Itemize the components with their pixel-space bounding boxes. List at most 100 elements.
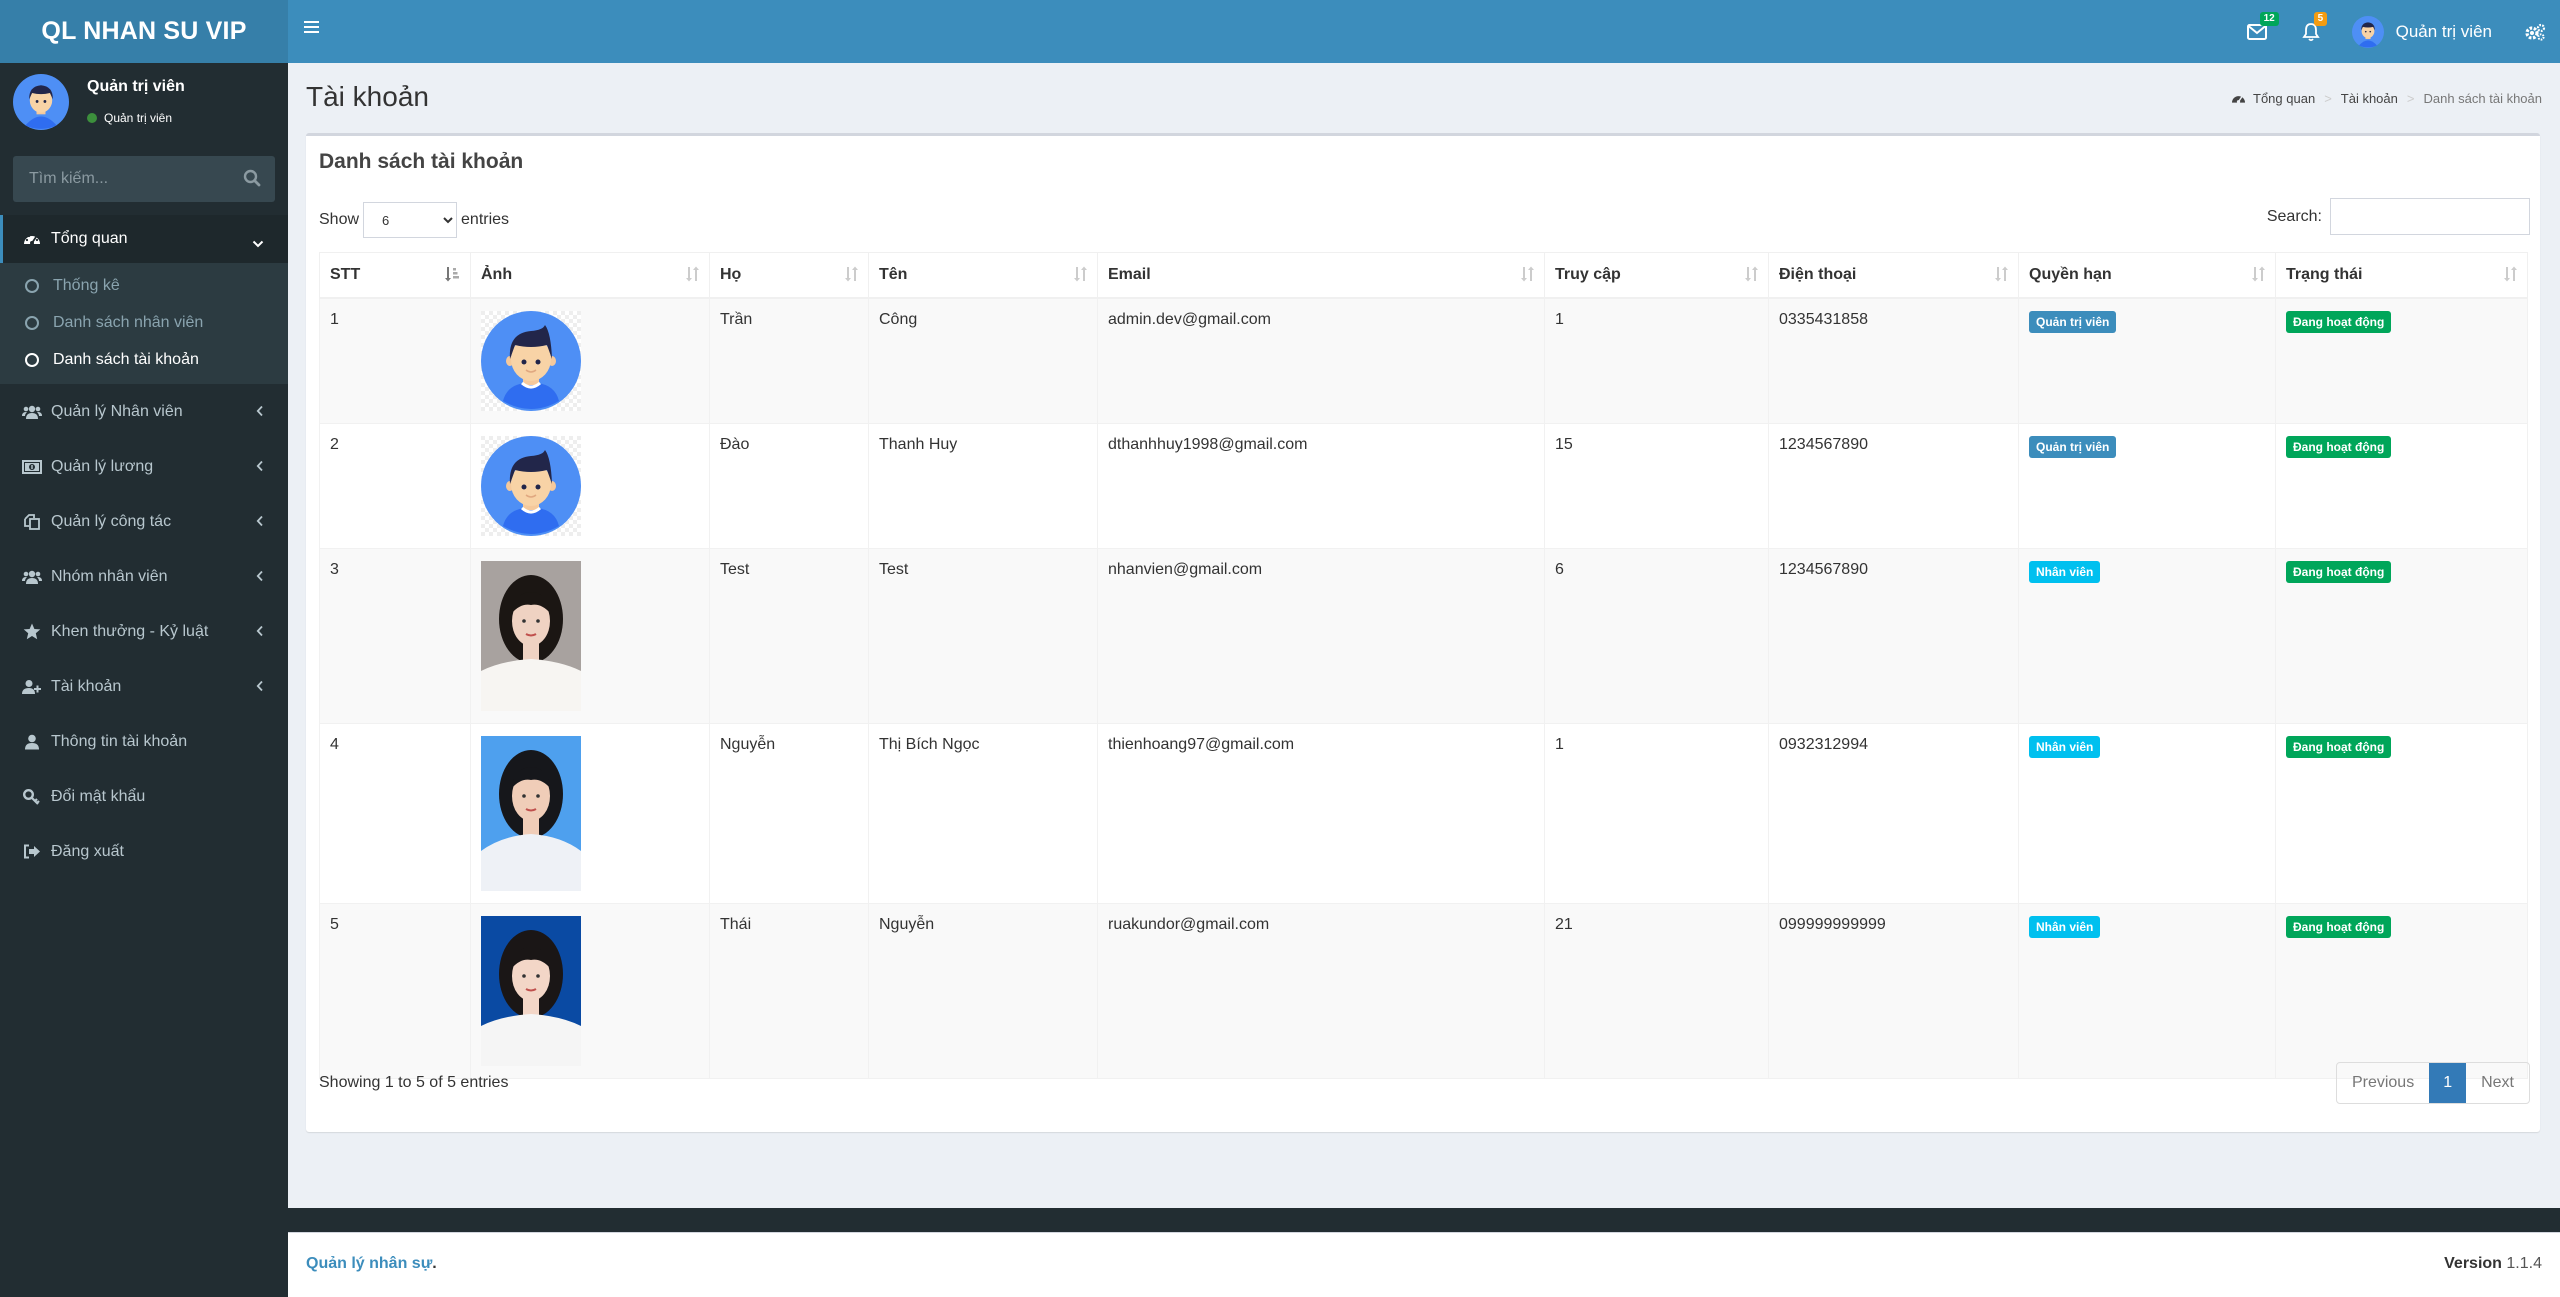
sort-icon (1994, 266, 2008, 287)
pagination-previous-button[interactable]: Previous (2337, 1063, 2429, 1103)
pagination-page-1[interactable]: 1 (2429, 1063, 2467, 1103)
sidebar-item-quan-ly-cong-tac[interactable]: Quản lý công tác (0, 494, 288, 549)
sidebar-item-label: Đăng xuất (51, 842, 124, 860)
sidebar-item-label: Quản lý lương (51, 457, 154, 475)
cell-stt: 4 (319, 722, 471, 904)
role-badge: Nhân viên (2029, 560, 2101, 583)
avatar-image (481, 435, 699, 536)
sidebar-item-label: Quản lý công tác (51, 512, 172, 530)
sidebar-user-status: Quản trị viên (87, 111, 172, 125)
column-header[interactable]: Tên (868, 252, 1098, 299)
sidebar-item-thong-tin-tai-khoan[interactable]: Thông tin tài khoản (0, 714, 288, 769)
cell-phone: 1234567890 (1768, 547, 2019, 724)
circle-icon (25, 315, 39, 330)
sidebar-subitem-danh-sach-nhan-vien[interactable]: Danh sách nhân viên (0, 304, 288, 341)
table-header-row: STT Ảnh Họ Tên Email Truy cập Điện thoại Quyền … (319, 252, 2528, 299)
cell-status: Đang hoạt động (2275, 297, 2528, 424)
sidebar-item-quan-ly-luong[interactable]: Quản lý lương (0, 439, 288, 494)
dashboard-icon (22, 229, 42, 249)
sidebar-search-input[interactable] (13, 170, 223, 188)
cell-ho: Trần (709, 297, 869, 424)
app-logo[interactable]: QL NHAN SU VIP (0, 0, 288, 63)
sidebar-item-label: Quản lý Nhân viên (51, 402, 183, 420)
main-content: Tài khoản Tổng quan > Tài khoản > Danh s… (288, 63, 2560, 1208)
table-row[interactable]: 5 Thái Nguyễn ruakundor@gmail.com 21 09999999… (319, 902, 2528, 1079)
column-header[interactable]: Email (1097, 252, 1545, 299)
cell-status: Đang hoạt động (2275, 422, 2528, 549)
sidebar-item-tai-khoan[interactable]: Tài khoản (0, 659, 288, 714)
sidebar-item-label: Tổng quan (51, 230, 128, 247)
online-status-icon (87, 113, 97, 123)
pagination-next-button[interactable]: Next (2466, 1063, 2529, 1103)
column-header[interactable]: Ảnh (470, 252, 710, 299)
profile-photo (481, 560, 699, 711)
sidebar-subitem-danh-sach-tai-khoan[interactable]: Danh sách tài khoản (0, 341, 288, 378)
dashboard-icon (2232, 96, 2246, 104)
sort-icon (1744, 266, 1758, 287)
cell-role: Nhân viên (2018, 547, 2276, 724)
cell-photo (470, 297, 710, 424)
copy-icon (22, 512, 42, 532)
page-title: Tài khoản (306, 81, 429, 112)
sidebar-item-label: Tài khoản (51, 677, 122, 695)
table-row[interactable]: 2 Đào Thanh Huy dthanhhuy1998@gmail.com 15 12… (319, 422, 2528, 549)
cell-photo (470, 722, 710, 904)
footer-version: Version 1.1.4 (2444, 1255, 2542, 1272)
table-row[interactable]: 4 Nguyễn Thị Bích Ngọc thienhoang97@gmail.c… (319, 722, 2528, 904)
cell-role: Nhân viên (2018, 722, 2276, 904)
page-length-select[interactable]: 6 (363, 202, 458, 238)
status-badge: Đang hoạt động (2286, 435, 2392, 458)
box-title: Danh sách tài khoản (319, 150, 524, 173)
sort-ascending-icon (444, 266, 460, 287)
cell-email: thienhoang97@gmail.com (1097, 722, 1545, 904)
column-header[interactable]: Quyền hạn (2018, 252, 2276, 299)
table-row[interactable]: 1 Trần Công admin.dev@gmail.com 1 0335431858 Q… (319, 297, 2528, 424)
sidebar-user-name: Quản trị viên (87, 78, 185, 95)
cell-status: Đang hoạt động (2275, 547, 2528, 724)
column-header[interactable]: Điện thoại (1768, 252, 2019, 299)
cell-ho: Nguyễn (709, 722, 869, 904)
table-search-input[interactable] (2330, 198, 2530, 235)
user-menu[interactable]: Quản trị viên (2338, 0, 2510, 63)
cell-email: admin.dev@gmail.com (1097, 297, 1545, 424)
search-icon[interactable] (243, 169, 261, 192)
cell-ten: Test (868, 547, 1098, 724)
chevron-left-icon (256, 459, 264, 477)
status-badge: Đang hoạt động (2286, 310, 2392, 333)
breadcrumb-tai-khoan[interactable]: Tài khoản (2341, 91, 2398, 106)
user-avatar (2351, 15, 2384, 48)
cell-truy-cap: 6 (1544, 547, 1769, 724)
sidebar-item-dang-xuat[interactable]: Đăng xuất (0, 824, 288, 879)
table-row[interactable]: 3 Test Test nhanvien@gmail.com 6 1234567890 Nh… (319, 547, 2528, 724)
sidebar-submenu-tong-quan: Thống kê Danh sách nhân viên Danh sách t… (0, 263, 288, 384)
breadcrumb-tong-quan[interactable]: Tổng quan (2253, 91, 2315, 106)
column-header[interactable]: Trạng thái (2275, 252, 2528, 299)
cell-role: Quản trị viên (2018, 422, 2276, 549)
chevron-left-icon (256, 514, 264, 532)
chevron-down-icon (252, 235, 264, 253)
chevron-left-icon (256, 679, 264, 697)
column-header[interactable]: Truy cập (1544, 252, 1769, 299)
cell-phone: 099999999999 (1768, 902, 2019, 1079)
footer-brand[interactable]: Quản lý nhân sự. (306, 1255, 437, 1273)
accounts-table: STT Ảnh Họ Tên Email Truy cập Điện thoại Quyền … (319, 252, 2528, 1079)
settings-button[interactable] (2510, 0, 2560, 63)
column-header[interactable]: STT (319, 252, 471, 299)
page-length-control: Show 6 entries (319, 202, 509, 238)
sidebar-toggle-button[interactable] (304, 18, 328, 42)
sidebar-item-tong-quan[interactable]: Tổng quan (0, 215, 288, 263)
notifications-button[interactable]: 5 (2284, 0, 2338, 63)
sidebar-subitem-thong-ke[interactable]: Thống kê (0, 267, 288, 304)
pagination: Previous 1 Next (2335, 1062, 2530, 1104)
sidebar-item-khen-thuong-ky-luat[interactable]: Khen thưởng - Kỷ luật (0, 604, 288, 659)
sidebar: Quản trị viên Quản trị viên Tổng quan Th… (0, 63, 288, 1297)
cell-ten: Nguyễn (868, 902, 1098, 1079)
sidebar-item-quan-ly-nhan-vien[interactable]: Quản lý Nhân viên (0, 384, 288, 439)
role-badge: Quản trị viên (2029, 435, 2117, 458)
cell-truy-cap: 1 (1544, 722, 1769, 904)
sidebar-item-doi-mat-khau[interactable]: Đổi mật khẩu (0, 769, 288, 824)
sidebar-item-nhom-nhan-vien[interactable]: Nhóm nhân viên (0, 549, 288, 604)
cell-role: Quản trị viên (2018, 297, 2276, 424)
column-header[interactable]: Họ (709, 252, 869, 299)
messages-button[interactable]: 12 (2230, 0, 2284, 63)
